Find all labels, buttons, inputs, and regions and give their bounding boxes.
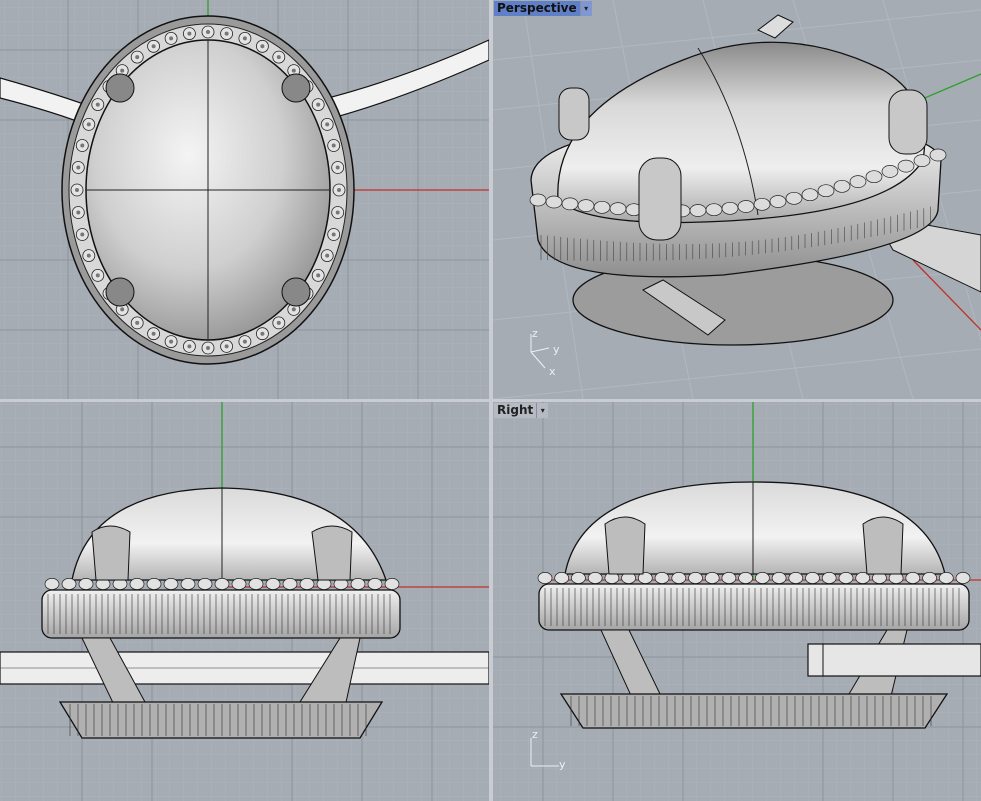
dome-stone	[557, 41, 926, 224]
front-view-canvas	[0, 402, 489, 801]
top-view-canvas	[0, 0, 489, 399]
viewport-title-text: Perspective	[494, 1, 580, 16]
bezel-band	[538, 583, 970, 631]
viewport-front[interactable]	[0, 402, 489, 801]
viewport-right[interactable]: z y Right ▾	[493, 402, 981, 801]
dropdown-arrow-icon[interactable]: ▾	[579, 1, 592, 16]
dropdown-arrow-icon[interactable]: ▾	[536, 403, 549, 418]
viewport-top[interactable]	[0, 0, 489, 399]
viewport-title-right[interactable]: Right ▾	[494, 403, 549, 418]
axis-z-label: z	[532, 327, 538, 340]
axis-x-label: x	[549, 365, 556, 378]
viewport-title-perspective[interactable]: Perspective ▾	[494, 1, 592, 16]
perspective-view-canvas: z y x	[493, 0, 981, 399]
axis-y-label: y	[553, 343, 560, 356]
right-view-canvas: z y	[493, 402, 981, 801]
viewport-perspective[interactable]: z y x Perspective ▾	[493, 0, 981, 399]
axis-z-label: z	[532, 728, 538, 741]
chain	[807, 643, 981, 677]
axis-y-label: y	[559, 758, 566, 771]
viewport-title-text: Right	[494, 403, 537, 418]
